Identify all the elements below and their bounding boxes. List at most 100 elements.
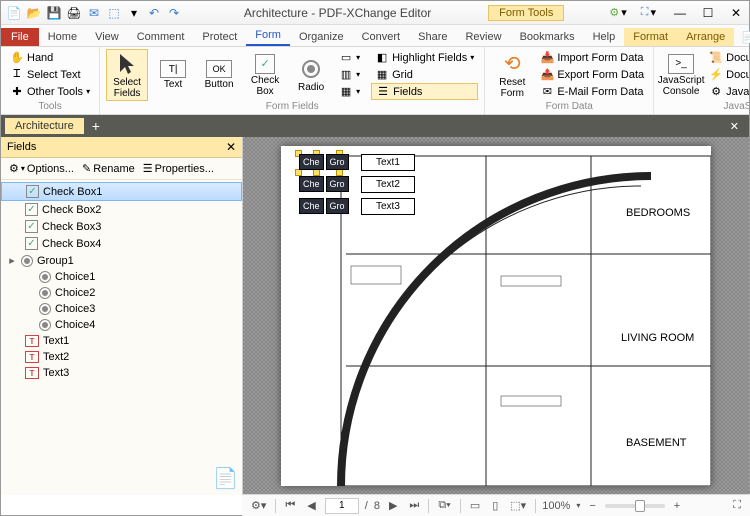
select-text-tool[interactable]: ᏆSelect Text (7, 66, 93, 83)
more-fields-2[interactable]: ▥▾ (336, 66, 363, 83)
canvas-area[interactable]: BEDROOMS LIVING ROOM BASEMENT CheGro Che… (243, 137, 749, 495)
email-form-data[interactable]: ✉E-Mail Form Data (537, 83, 647, 100)
sb-prev-page[interactable]: ◀ (304, 498, 318, 513)
tab-format[interactable]: Format (624, 28, 677, 46)
sb-layout-dropdown[interactable]: ⧉▾ (435, 498, 453, 513)
zoom-out[interactable]: − (586, 499, 598, 513)
sb-next-page[interactable]: ▶ (386, 498, 400, 513)
blueprint-drawing: BEDROOMS LIVING ROOM BASEMENT (281, 146, 711, 486)
qat-dropdown[interactable]: ▾ (125, 4, 143, 22)
tab-bookmarks[interactable]: Bookmarks (511, 28, 584, 46)
field-choice2[interactable]: Choice2 (1, 285, 242, 301)
tab-arrange[interactable]: Arrange (677, 28, 734, 46)
fields-options[interactable]: ⚙▾Options... (5, 160, 78, 177)
quick-launch-icon[interactable]: 📄 (738, 30, 750, 45)
ovl-text3[interactable]: Text3 (361, 198, 415, 215)
tab-review[interactable]: Review (456, 28, 510, 46)
field-choice3[interactable]: Choice3 (1, 301, 242, 317)
field-choice4[interactable]: Choice4 (1, 317, 242, 333)
tab-help[interactable]: Help (584, 28, 625, 46)
more-fields-1[interactable]: ▭▾ (336, 49, 363, 66)
text-field-btn[interactable]: T|Text (152, 49, 194, 101)
field-check-box2[interactable]: ✓Check Box2 (1, 201, 242, 218)
qat-scan[interactable]: ⬚ (105, 4, 123, 22)
highlight-fields-btn[interactable]: ◧Highlight Fields▾ (371, 49, 478, 66)
ovl-check1[interactable]: Che (299, 154, 324, 170)
fields-rename[interactable]: ✎Rename (78, 160, 139, 177)
sb-last-page[interactable]: ⏭ (406, 498, 422, 513)
qat-print[interactable]: 🖨 (65, 4, 83, 22)
fields-pane-btn[interactable]: ☰Fields (371, 83, 478, 100)
ovl-check3[interactable]: Che (299, 198, 324, 214)
qat-mail[interactable]: ✉ (85, 4, 103, 22)
tab-organize[interactable]: Organize (290, 28, 353, 46)
qat-redo[interactable]: ↷ (165, 4, 183, 22)
fields-panel-close[interactable]: ✕ (226, 140, 236, 154)
ovl-check2[interactable]: Che (299, 176, 324, 192)
ovl-group1[interactable]: Gro (326, 154, 349, 170)
tab-protect[interactable]: Protect (193, 28, 246, 46)
doctab-close[interactable]: ✕ (724, 120, 745, 133)
selection-handles[interactable]: CheGro (299, 154, 339, 172)
grid-btn[interactable]: ▦Grid (371, 66, 478, 83)
js-console-btn[interactable]: >_JavaScript Console (660, 49, 702, 101)
tab-file[interactable]: File (1, 28, 39, 46)
ovl-text1[interactable]: Text1 (361, 154, 415, 171)
ovl-group2[interactable]: Gro (326, 176, 349, 192)
doctab-add[interactable]: + (86, 118, 106, 134)
sb-fullscreen[interactable]: ⛶ (730, 498, 744, 513)
js-options[interactable]: ⚙JavaScript Options (706, 83, 749, 100)
field-choice1[interactable]: Choice1 (1, 269, 242, 285)
tab-comment[interactable]: Comment (128, 28, 194, 46)
qat-save[interactable]: 💾 (45, 4, 63, 22)
button-field-btn[interactable]: OKButton (198, 49, 240, 101)
close-btn[interactable]: ✕ (723, 4, 749, 22)
app-icon[interactable]: 📄 (5, 4, 23, 22)
zoom-slider[interactable] (605, 504, 665, 508)
ui-options-btn[interactable]: ⛶▾ (636, 4, 661, 22)
ovl-text2[interactable]: Text2 (361, 176, 415, 193)
launch-btn[interactable]: ⚙▾ (604, 4, 631, 22)
field-check-box1[interactable]: ✓Check Box1 (1, 182, 242, 201)
export-form-data[interactable]: 📤Export Form Data (537, 66, 647, 83)
page-count: 8 (374, 500, 380, 512)
panel-footer-icon[interactable]: 📄 (213, 466, 238, 491)
field-text3[interactable]: TText3 (1, 365, 242, 381)
field-check-box4[interactable]: ✓Check Box4 (1, 235, 242, 252)
select-fields-btn[interactable]: Select Fields (106, 49, 148, 101)
maximize-btn[interactable]: ☐ (695, 4, 721, 22)
hand-tool[interactable]: ✋Hand (7, 49, 93, 66)
field-text2[interactable]: TText2 (1, 349, 242, 365)
field-text1[interactable]: TText1 (1, 333, 242, 349)
radio-field-btn[interactable]: Radio (290, 49, 332, 101)
tab-view[interactable]: View (86, 28, 128, 46)
tab-home[interactable]: Home (39, 28, 86, 46)
zoom-in[interactable]: + (671, 499, 683, 513)
doc-actions[interactable]: ⚡Document Actions (706, 66, 749, 83)
other-tools[interactable]: ✚Other Tools▾ (7, 83, 93, 100)
tab-convert[interactable]: Convert (353, 28, 410, 46)
field-group1[interactable]: ▸Group1 (1, 252, 242, 269)
sb-options[interactable]: ⚙▾ (248, 498, 269, 513)
tab-form[interactable]: Form (246, 26, 290, 46)
doctab-architecture[interactable]: Architecture (5, 118, 84, 134)
more-fields-3[interactable]: ▦▾ (336, 83, 363, 100)
tab-share[interactable]: Share (409, 28, 456, 46)
import-form-data[interactable]: 📥Import Form Data (537, 49, 647, 66)
sb-fit-3[interactable]: ⬚▾ (507, 498, 529, 513)
qat-open[interactable]: 📂 (25, 4, 43, 22)
fields-properties[interactable]: ☰Properties... (139, 160, 218, 177)
doc-javascript[interactable]: 📜Document JavaScript (706, 49, 749, 66)
ovl-group3[interactable]: Gro (326, 198, 349, 214)
sb-fit-2[interactable]: ▯ (489, 498, 501, 513)
qat-undo[interactable]: ↶ (145, 4, 163, 22)
checkbox-field-btn[interactable]: ✓Check Box (244, 49, 286, 101)
fields-tree[interactable]: ✓Check Box1✓Check Box2✓Check Box3✓Check … (1, 180, 242, 459)
minimize-btn[interactable]: — (667, 4, 693, 22)
page-input[interactable] (325, 498, 359, 514)
reset-form-btn[interactable]: ⟲Reset Form (491, 49, 533, 101)
sb-fit-1[interactable]: ▭ (467, 498, 483, 513)
sb-first-page[interactable]: ⏮ (282, 498, 298, 513)
page-view[interactable]: BEDROOMS LIVING ROOM BASEMENT CheGro Che… (281, 146, 711, 486)
field-check-box3[interactable]: ✓Check Box3 (1, 218, 242, 235)
